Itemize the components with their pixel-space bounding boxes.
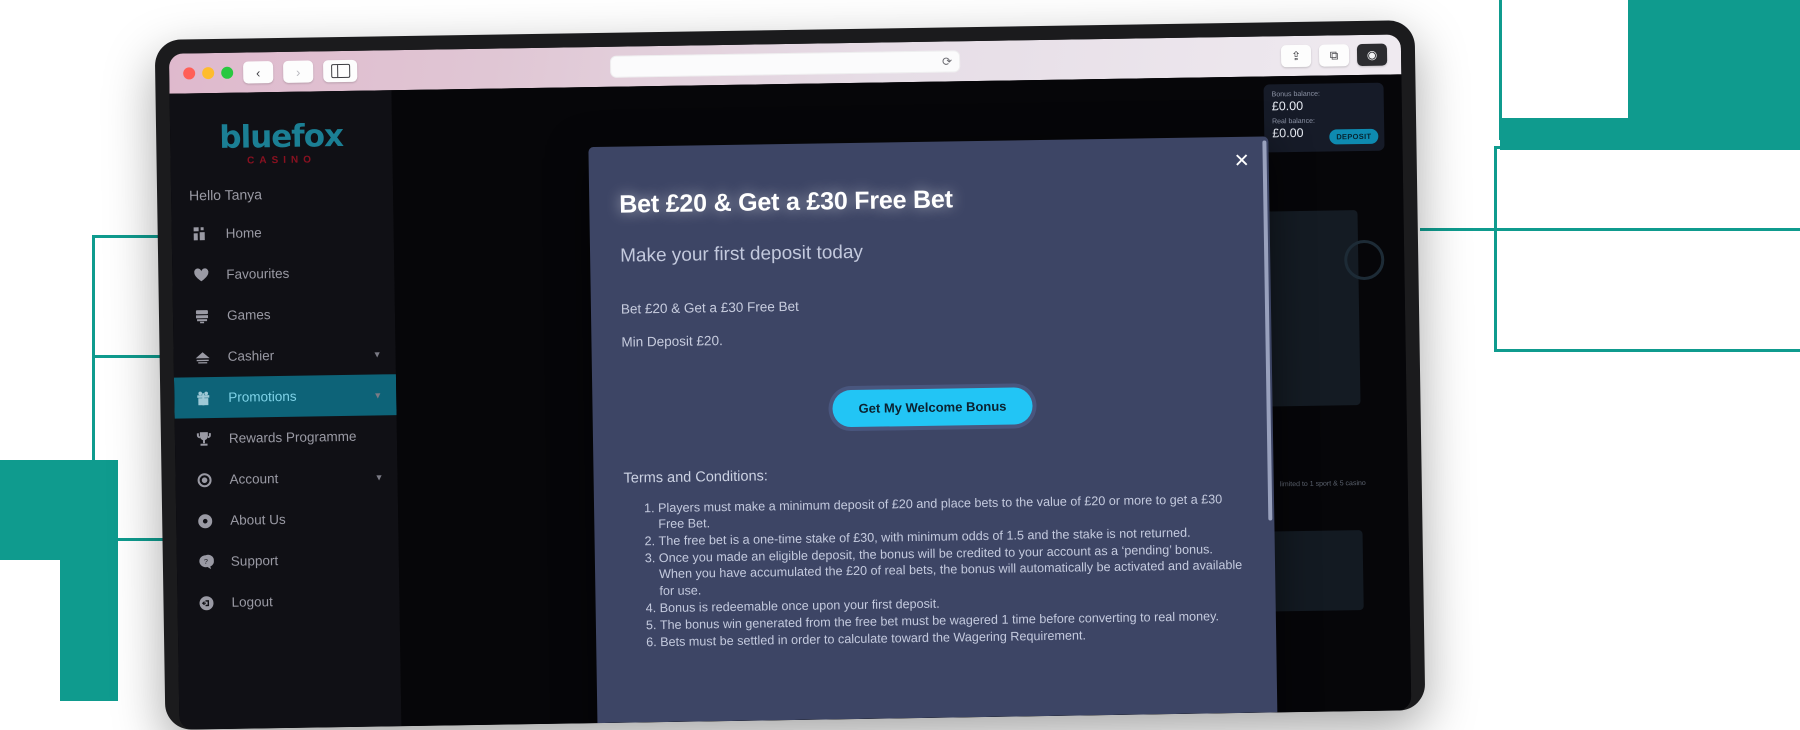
sidebar-item-favourites[interactable]: Favourites bbox=[172, 251, 395, 295]
reload-icon[interactable]: ⟳ bbox=[942, 54, 952, 68]
share-icon[interactable]: ⇪ bbox=[1280, 44, 1312, 68]
trophy-icon bbox=[195, 430, 212, 447]
chevron-down-icon[interactable]: ▼ bbox=[373, 390, 382, 400]
logout-icon bbox=[197, 594, 214, 611]
bonus-balance-value: £0.00 bbox=[1271, 98, 1304, 114]
window-controls bbox=[183, 66, 234, 80]
gift-icon bbox=[194, 389, 211, 406]
casino-page: bluefox CASINO Hello Tanya Home Favourite… bbox=[169, 74, 1412, 730]
modal-title: Bet £20 & Get a £30 Free Bet bbox=[619, 185, 953, 219]
sidebar-icon bbox=[330, 63, 350, 79]
sidebar-item-label: Cashier bbox=[227, 348, 275, 364]
sidebar-item-rewards-programme[interactable]: Rewards Programme bbox=[175, 415, 398, 459]
target-icon bbox=[195, 471, 212, 488]
address-bar[interactable]: ⟳ bbox=[609, 50, 961, 78]
sidebar-item-label: Account bbox=[229, 471, 279, 487]
back-button[interactable]: ‹ bbox=[243, 61, 274, 84]
cta-container: Get My Welcome Bonus bbox=[622, 384, 1243, 431]
decoration-right-outline bbox=[1494, 146, 1800, 352]
sidebar-item-promotions[interactable]: Promotions ▼ bbox=[173, 374, 397, 419]
hero-circle-decoration bbox=[1343, 239, 1385, 281]
logo-wordmark: bluefox bbox=[219, 117, 344, 156]
card-icon bbox=[194, 348, 211, 365]
deposit-button[interactable]: DEPOSIT bbox=[1329, 128, 1379, 145]
close-icon[interactable]: ✕ bbox=[1231, 151, 1253, 173]
browser-toolbar-right: ⇪ ⧉ ◉ bbox=[1280, 43, 1388, 68]
terms-list: Players must make a minimum deposit of £… bbox=[624, 491, 1246, 651]
decoration-top-right-block bbox=[1500, 0, 1800, 150]
profile-icon[interactable]: ◉ bbox=[1356, 43, 1388, 67]
sidebar-item-label: Games bbox=[226, 307, 271, 323]
sidebar-item-label: Logout bbox=[231, 594, 273, 610]
sidebar-toggle-button[interactable] bbox=[322, 59, 358, 83]
promotion-modal: ✕ Bet £20 & Get a £30 Free Bet Make your… bbox=[588, 136, 1278, 730]
main-content: Bonus balance: £0.00 Real balance: £0.00… bbox=[391, 74, 1412, 730]
sidebar-item-label: Favourites bbox=[226, 265, 290, 282]
get-welcome-bonus-button[interactable]: Get My Welcome Bonus bbox=[832, 387, 1033, 428]
sidebar-nav: Home Favourites Games Cashier ▼ Promotions ▼ Re… bbox=[171, 210, 399, 623]
chevron-down-icon[interactable]: ▼ bbox=[373, 349, 382, 359]
sidebar-item-label: Support bbox=[230, 553, 279, 569]
close-window-button[interactable] bbox=[183, 67, 196, 80]
balance-widget: Bonus balance: £0.00 Real balance: £0.00… bbox=[1263, 82, 1385, 153]
sidebar-item-home[interactable]: Home bbox=[171, 210, 394, 254]
logo-subtext: CASINO bbox=[247, 154, 317, 167]
decoration-top-right-notch bbox=[1500, 0, 1628, 118]
tabs-overview-icon[interactable]: ⧉ bbox=[1318, 44, 1350, 67]
chat-question-icon: ? bbox=[197, 553, 214, 570]
heart-icon bbox=[192, 266, 209, 283]
sidebar-item-label: Home bbox=[225, 225, 262, 241]
decoration-bottom-left-notch bbox=[0, 560, 60, 701]
slot-machine-icon bbox=[193, 307, 210, 324]
modal-paragraph-offer: Bet £20 & Get a £30 Free Bet bbox=[620, 298, 799, 317]
sidebar-item-logout[interactable]: Logout bbox=[177, 579, 400, 623]
sidebar-item-label: Promotions bbox=[228, 388, 297, 405]
decoration-vertical-line bbox=[1499, 0, 1502, 140]
sidebar-item-support[interactable]: ? Support bbox=[177, 538, 400, 582]
forward-button[interactable]: › bbox=[283, 60, 314, 83]
sidebar-item-label: Rewards Programme bbox=[228, 428, 357, 446]
site-logo[interactable]: bluefox CASINO bbox=[170, 117, 393, 167]
modal-scroll-area: ✕ Bet £20 & Get a £30 Free Bet Make your… bbox=[588, 136, 1278, 729]
user-greeting: Hello Tanya bbox=[188, 186, 263, 204]
maximize-window-button[interactable] bbox=[221, 66, 234, 79]
sidebar-item-label: About Us bbox=[230, 511, 286, 528]
sidebar-item-about-us[interactable]: About Us bbox=[176, 497, 399, 541]
sidebar-item-games[interactable]: Games bbox=[173, 292, 396, 336]
sidebar-item-cashier[interactable]: Cashier ▼ bbox=[173, 333, 396, 377]
browser-viewport: ‹ › ⟳ ⇪ ⧉ ◉ bluefox CASINO Hello Tanya H… bbox=[168, 34, 1412, 730]
terms-title: Terms and Conditions: bbox=[623, 468, 768, 487]
sidebar: bluefox CASINO Hello Tanya Home Favourite… bbox=[169, 90, 402, 730]
decoration-right-horizontal-line bbox=[1420, 228, 1800, 231]
chevron-down-icon[interactable]: ▼ bbox=[375, 472, 384, 482]
modal-subtitle: Make your first deposit today bbox=[619, 241, 864, 267]
sidebar-item-account[interactable]: Account ▼ bbox=[175, 456, 398, 500]
browser-window: ‹ › ⟳ ⇪ ⧉ ◉ bluefox CASINO Hello Tanya H… bbox=[154, 20, 1426, 730]
svg-text:?: ? bbox=[203, 558, 207, 565]
grid-icon bbox=[192, 225, 209, 242]
minimize-window-button[interactable] bbox=[202, 67, 215, 80]
modal-paragraph-deposit: Min Deposit £20. bbox=[621, 333, 723, 350]
info-circle-icon bbox=[196, 512, 213, 529]
terms-list-item: Once you made an eligible deposit, the b… bbox=[659, 541, 1246, 599]
decoration-bottom-left-block bbox=[0, 460, 118, 701]
